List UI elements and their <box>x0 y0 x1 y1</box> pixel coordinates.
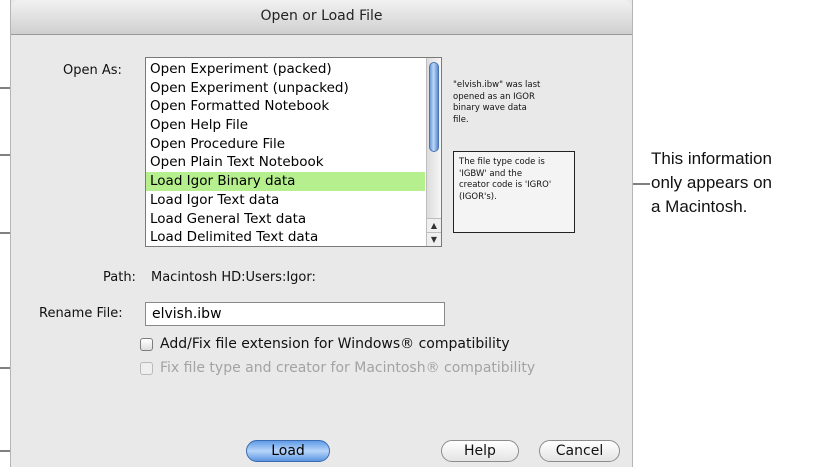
windows-extension-label: Add/Fix file extension for Windows® comp… <box>160 336 510 352</box>
open-as-list-items: Open Experiment (packed) Open Experiment … <box>146 60 425 246</box>
path-value: Macintosh HD:Users:Igor: <box>151 270 316 285</box>
open-as-list-item[interactable]: Open Experiment (packed) <box>146 60 425 79</box>
open-as-list-item[interactable]: Open Procedure File <box>146 135 425 154</box>
windows-extension-checkbox[interactable] <box>140 337 153 351</box>
load-button[interactable]: Load <box>246 440 330 462</box>
macintosh-side-note: This information only appears on a Macin… <box>651 147 772 219</box>
mac-type-creator-checkbox <box>140 361 153 375</box>
dialog-title: Open or Load File <box>260 8 383 24</box>
side-note-line: a Macintosh. <box>651 197 748 216</box>
open-as-list-item[interactable]: Load Delimited Text data <box>146 228 425 246</box>
open-load-dialog: Open or Load File Open As: Open Experime… <box>10 0 633 467</box>
open-as-list-item[interactable]: Load Igor Text data <box>146 191 425 210</box>
file-info-text: "elvish.ibw" was last opened as an IGOR … <box>453 80 541 125</box>
open-as-list-item[interactable]: Open Formatted Notebook <box>146 97 425 116</box>
title-bar: Open or Load File <box>11 0 632 35</box>
open-as-label: Open As: <box>63 63 122 78</box>
rename-file-input[interactable] <box>145 302 445 326</box>
mac-type-creator-option: Fix file type and creator for Macintosh®… <box>140 360 535 376</box>
open-as-list-item[interactable]: Open Plain Text Notebook <box>146 153 425 172</box>
list-scroll-thumb[interactable] <box>429 62 439 152</box>
help-button[interactable]: Help <box>441 440 519 462</box>
type-creator-info: The file type code is 'IGBW' and the cre… <box>453 151 575 233</box>
list-scrollbar[interactable]: ▲ ▼ <box>426 58 441 246</box>
path-label: Path: <box>103 270 136 285</box>
side-note-line: only appears on <box>651 173 772 192</box>
open-as-list[interactable]: Open Experiment (packed) Open Experiment … <box>145 57 442 247</box>
mac-type-creator-label: Fix file type and creator for Macintosh®… <box>160 360 536 376</box>
cancel-button[interactable]: Cancel <box>539 440 620 462</box>
open-as-list-item[interactable]: Open Help File <box>146 116 425 135</box>
open-as-list-item[interactable]: Load General Text data <box>146 210 425 229</box>
rename-file-label: Rename File: <box>39 306 123 321</box>
open-as-list-item[interactable]: Load Igor Binary data <box>146 172 425 191</box>
scroll-up-arrow[interactable]: ▲ <box>427 218 441 232</box>
side-note-line: This information <box>651 149 772 168</box>
scroll-down-arrow[interactable]: ▼ <box>427 232 441 246</box>
windows-extension-option[interactable]: Add/Fix file extension for Windows® comp… <box>140 336 510 352</box>
open-as-list-item[interactable]: Open Experiment (unpacked) <box>146 79 425 98</box>
